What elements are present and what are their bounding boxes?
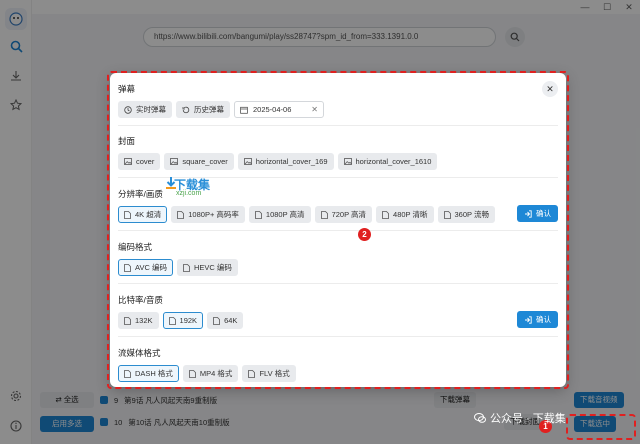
close-window-button[interactable]: ✕ xyxy=(618,0,640,14)
titlebar: — ☐ ✕ xyxy=(0,0,640,14)
annotation-box-dialog xyxy=(107,71,569,389)
bottom-watermark: 公众号 · 下载集 xyxy=(474,410,566,426)
wechat-icon xyxy=(474,413,486,423)
annotation-box-download xyxy=(566,414,636,440)
maximize-button[interactable]: ☐ xyxy=(596,0,618,14)
annotation-badge-2: 2 xyxy=(358,228,371,241)
minimize-button[interactable]: — xyxy=(574,0,596,14)
